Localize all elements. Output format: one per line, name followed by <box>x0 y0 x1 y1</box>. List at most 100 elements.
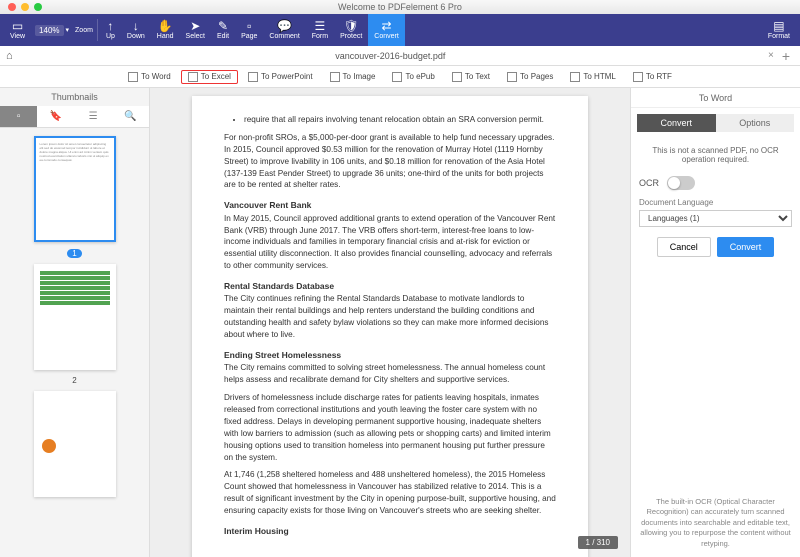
thumbnails-title: Thumbnails <box>0 88 149 106</box>
excel-icon <box>188 72 198 82</box>
select-button[interactable]: ➤Select <box>180 14 211 46</box>
ocr-label: OCR <box>639 178 659 188</box>
edit-button[interactable]: ✎Edit <box>211 14 235 46</box>
form-button[interactable]: ☰Form <box>306 14 334 46</box>
hand-icon: ✋ <box>158 20 173 32</box>
add-tab-icon[interactable]: + <box>778 48 794 64</box>
text-icon <box>452 72 462 82</box>
up-button[interactable]: ↑Up <box>100 14 121 46</box>
thumbnails-panel: Thumbnails ▫ 🔖 ☰ 🔍 Lorem ipsum dolor sit… <box>0 88 150 557</box>
format-button[interactable]: ▤Format <box>762 14 796 46</box>
word-icon <box>128 72 138 82</box>
page-indicator[interactable]: 1 / 310 <box>578 536 618 549</box>
page-icon: ▫ <box>247 20 251 32</box>
tab-options[interactable]: Options <box>716 114 795 132</box>
zoom-dropdown-icon: ▾ <box>66 27 70 34</box>
thumb-tab-bookmarks[interactable]: 🔖 <box>37 106 74 127</box>
bookmark-icon: 🔖 <box>50 111 62 122</box>
down-icon: ↓ <box>133 20 139 32</box>
page-button[interactable]: ▫Page <box>235 14 263 46</box>
app-title: Welcome to PDFelement 6 Pro <box>338 2 462 12</box>
up-icon: ↑ <box>107 20 113 32</box>
format-icon: ▤ <box>773 20 784 32</box>
thumbnail-mode-tabs: ▫ 🔖 ☰ 🔍 <box>0 106 149 128</box>
panel-footer-text: The built-in OCR (Optical Character Reco… <box>631 489 800 557</box>
page-content: require that all repairs involving tenan… <box>192 96 588 557</box>
select-icon: ➤ <box>190 20 200 32</box>
ppt-icon <box>248 72 258 82</box>
ocr-toggle[interactable] <box>667 176 695 190</box>
view-icon: ▭ <box>12 20 23 32</box>
convert-format-bar: To Word To Excel To PowerPoint To Image … <box>0 66 800 88</box>
convert-icon: ⇄ <box>382 20 392 32</box>
list-icon: ☰ <box>89 111 98 122</box>
ocr-row: OCR <box>639 176 792 190</box>
thumb-tab-outline[interactable]: ☰ <box>75 106 112 127</box>
paragraph: In May 2015, Council approved additional… <box>224 213 556 272</box>
document-tab[interactable]: vancouver-2016-budget.pdf <box>17 51 764 61</box>
epub-icon <box>392 72 402 82</box>
cancel-button[interactable]: Cancel <box>657 237 711 257</box>
close-window[interactable] <box>8 3 16 11</box>
lang-label: Document Language <box>639 198 792 207</box>
thumb-num-1: 1 <box>67 249 81 258</box>
convert-button[interactable]: Convert <box>717 237 775 257</box>
convert-button[interactable]: ⇄Convert <box>368 14 405 46</box>
panel-title: To Word <box>631 88 800 108</box>
to-powerpoint-button[interactable]: To PowerPoint <box>241 70 320 84</box>
to-rtf-button[interactable]: To RTF <box>626 70 679 84</box>
minimize-window[interactable] <box>21 3 29 11</box>
to-word-button[interactable]: To Word <box>121 70 178 84</box>
protect-icon: 🛡 <box>344 20 359 32</box>
heading: Ending Street Homelessness <box>224 349 556 361</box>
thumb-tab-pages[interactable]: ▫ <box>0 106 37 127</box>
down-button[interactable]: ↓Down <box>121 14 151 46</box>
thumb-num-2: 2 <box>72 376 76 385</box>
thumbnail-1[interactable]: Lorem ipsum dolor sit amet consectetur a… <box>34 136 116 242</box>
home-icon[interactable]: ⌂ <box>6 50 13 62</box>
search-icon: 🔍 <box>124 111 136 122</box>
thumb-tab-search[interactable]: 🔍 <box>112 106 149 127</box>
form-icon: ☰ <box>315 20 326 32</box>
rtf-icon <box>633 72 643 82</box>
heading: Interim Housing <box>224 525 556 537</box>
to-epub-button[interactable]: To ePub <box>385 70 441 84</box>
paragraph: The City remains committed to solving st… <box>224 362 556 386</box>
language-select[interactable]: Languages (1) <box>639 210 792 227</box>
pages-icon <box>507 72 517 82</box>
view-button[interactable]: ▭View <box>4 14 31 46</box>
to-html-button[interactable]: To HTML <box>563 70 622 84</box>
heading: Vancouver Rent Bank <box>224 199 556 211</box>
panel-tabs: Convert Options <box>637 114 794 132</box>
paragraph: The City continues refining the Rental S… <box>224 293 556 341</box>
main-toolbar: ▭View 140%▾ Zoom ↑Up ↓Down ✋Hand ➤Select… <box>0 14 800 46</box>
thumbnail-3[interactable] <box>34 391 116 497</box>
edit-icon: ✎ <box>218 20 228 32</box>
titlebar: Welcome to PDFelement 6 Pro <box>0 0 800 14</box>
to-excel-button[interactable]: To Excel <box>181 70 238 84</box>
zoom-control[interactable]: 140%▾ <box>31 25 73 36</box>
protect-button[interactable]: 🛡Protect <box>334 14 368 46</box>
paragraph: Drivers of homelessness include discharg… <box>224 392 556 463</box>
to-text-button[interactable]: To Text <box>445 70 497 84</box>
paragraph: At 1,746 (1,258 sheltered homeless and 4… <box>224 469 556 517</box>
to-image-button[interactable]: To Image <box>323 70 383 84</box>
pages-icon: ▫ <box>17 111 21 122</box>
thumbnail-2[interactable] <box>34 264 116 370</box>
window-controls <box>0 3 42 11</box>
maximize-window[interactable] <box>34 3 42 11</box>
convert-panel: To Word Convert Options This is not a sc… <box>630 88 800 557</box>
heading: Rental Standards Database <box>224 280 556 292</box>
image-icon <box>330 72 340 82</box>
close-tab-icon[interactable]: × <box>768 50 774 61</box>
hand-button[interactable]: ✋Hand <box>151 14 180 46</box>
paragraph: For non-profit SROs, a $5,000-per-door g… <box>224 132 556 191</box>
document-tab-bar: ⌂ vancouver-2016-budget.pdf × + <box>0 46 800 66</box>
panel-buttons: Cancel Convert <box>639 237 792 257</box>
bullet-item: require that all repairs involving tenan… <box>244 114 556 126</box>
comment-button[interactable]: 💬Comment <box>263 14 305 46</box>
thumbnail-list[interactable]: Lorem ipsum dolor sit amet consectetur a… <box>0 128 149 557</box>
to-pages-button[interactable]: To Pages <box>500 70 560 84</box>
tab-convert[interactable]: Convert <box>637 114 716 132</box>
document-view[interactable]: require that all repairs involving tenan… <box>150 88 630 557</box>
